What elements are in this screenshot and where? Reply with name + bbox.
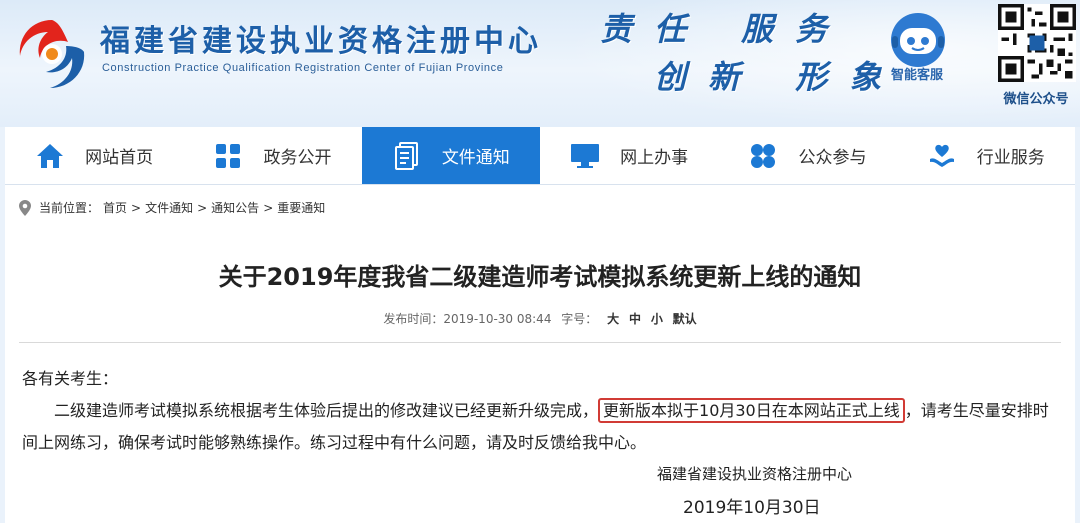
font-size-label: 字号： [561, 312, 598, 326]
breadcrumb-separator: > [131, 200, 142, 215]
home-icon [35, 141, 65, 171]
breadcrumb: 当前位置： 首页 > 文件通知 > 通知公告 > 重要通知 [19, 199, 329, 216]
breadcrumb-separator: > [197, 200, 208, 215]
nav-item-label: 网站首页 [85, 148, 154, 168]
article-title: 关于2019年度我省二级建造师考试模拟系统更新上线的通知 [218, 263, 862, 291]
font-size-small-button[interactable]: 小 [651, 312, 663, 326]
nav-item-home[interactable]: 网站首页 [5, 127, 183, 184]
nav-item-online-service[interactable]: 网上办事 [540, 127, 718, 184]
breadcrumb-home[interactable]: 首页 [103, 199, 127, 216]
wechat-qr-label: 微信公众号 [1003, 92, 1069, 107]
signature-organization: 福建省建设执业资格注册中心 [657, 465, 853, 483]
article-greeting: 各有关考生： [22, 369, 119, 388]
robot-service-label[interactable]: 智能客服 [872, 64, 962, 83]
document-icon [392, 141, 422, 171]
font-size-default-button[interactable]: 默认 [673, 312, 697, 326]
publish-time: 发布时间：2019-10-30 08:44 [383, 312, 552, 326]
site-logo-icon[interactable] [12, 14, 92, 94]
paragraph-text-part1: 二级建造师考试模拟系统根据考生体验后提出的修改建议已经更新升级完成， [54, 401, 599, 420]
signature-date: 2019年10月30日 [683, 498, 821, 518]
nav-item-public-participation[interactable]: 公众参与 [718, 127, 896, 184]
main-nav: 网站首页 政务公开 文件通知 网上办事 公众参与 行业服务 [5, 127, 1075, 185]
breadcrumb-separator: > [263, 200, 274, 215]
title-divider [19, 342, 1061, 343]
robot-service-icon[interactable] [888, 10, 948, 70]
site-header: 福建省建设执业资格注册中心 Construction Practice Qual… [0, 0, 1080, 127]
site-subtitle: Construction Practice Qualification Regi… [102, 62, 504, 74]
location-pin-icon [19, 199, 31, 216]
slogan-line-1: 责任 服务 [600, 10, 850, 48]
heart-hand-icon [927, 141, 957, 171]
article-body: 各有关考生： 二级建造师考试模拟系统根据考生体验后提出的修改建议已经更新升级完成… [22, 363, 1062, 459]
breadcrumb-prefix: 当前位置： [39, 201, 100, 215]
nav-item-industry-service[interactable]: 行业服务 [897, 127, 1075, 184]
slogan-line-2: 创新 形象 [654, 58, 904, 96]
breadcrumb-announcements[interactable]: 通知公告 [211, 199, 259, 216]
highlighted-text: 更新版本拟于10月30日在本网站正式上线 [598, 398, 905, 423]
nav-item-label: 政务公开 [263, 148, 332, 168]
nav-item-government[interactable]: 政务公开 [183, 127, 361, 184]
grid-icon [213, 141, 243, 171]
nav-item-notices[interactable]: 文件通知 [361, 127, 540, 184]
breadcrumb-important[interactable]: 重要通知 [277, 199, 325, 216]
font-size-medium-button[interactable]: 中 [629, 312, 641, 326]
nav-item-label: 网上办事 [620, 148, 689, 168]
circles-icon [748, 141, 778, 171]
nav-item-label: 行业服务 [976, 148, 1045, 168]
article-paragraph: 二级建造师考试模拟系统根据考生体验后提出的修改建议已经更新升级完成， 更新版本拟于… [22, 395, 1062, 459]
nav-item-label: 公众参与 [798, 148, 867, 168]
article-panel: 当前位置： 首页 > 文件通知 > 通知公告 > 重要通知 关于2019年度我省… [5, 185, 1075, 523]
breadcrumb-notices[interactable]: 文件通知 [145, 199, 193, 216]
site-title: 福建省建设执业资格注册中心 [100, 24, 542, 59]
nav-item-label: 文件通知 [441, 148, 510, 168]
font-size-large-button[interactable]: 大 [607, 312, 619, 326]
wechat-qr-code-icon [998, 4, 1076, 82]
monitor-icon [570, 141, 600, 171]
article-meta: 发布时间：2019-10-30 08:44 字号： 大 中 小 默认 [5, 310, 1075, 327]
